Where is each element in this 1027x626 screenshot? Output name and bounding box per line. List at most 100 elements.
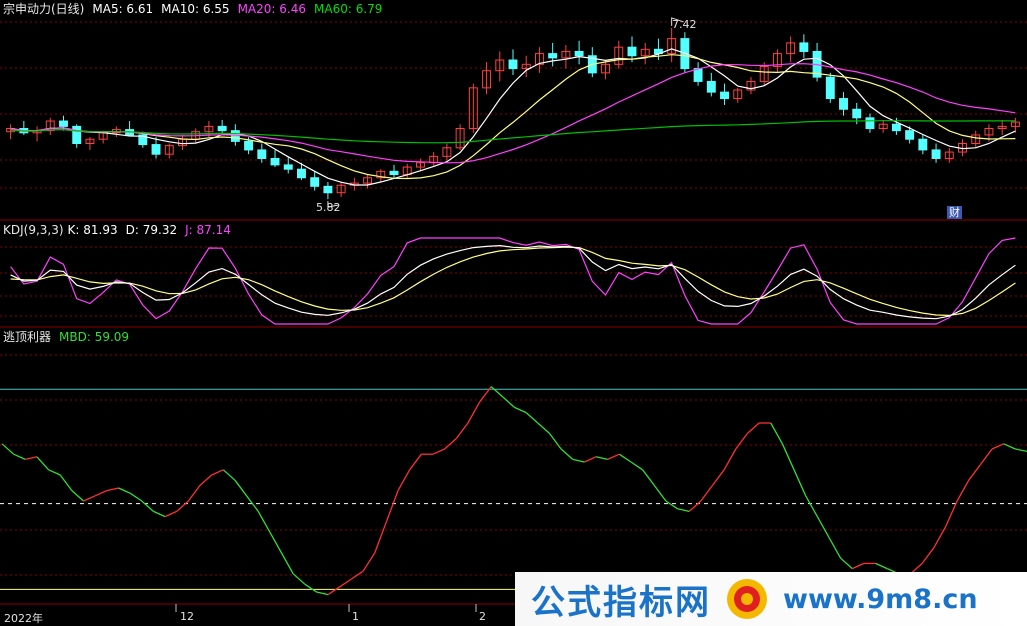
- mbd-segment: [222, 469, 236, 481]
- mbd-segment: [129, 492, 143, 502]
- x-label-1: 1: [352, 610, 359, 623]
- mbd-segment: [816, 516, 830, 538]
- mbd-segment: [607, 453, 620, 460]
- watermark-left-text: 公式指标网: [531, 582, 711, 623]
- candle-body: [799, 42, 809, 52]
- candle-body: [270, 157, 280, 166]
- mbd-segment: [234, 479, 248, 497]
- candle-body: [905, 130, 915, 140]
- mbd-segment: [432, 448, 445, 455]
- watermark-logo-icon: [725, 577, 769, 621]
- candle-body: [297, 168, 306, 179]
- x-label-12: 12: [180, 610, 194, 623]
- mbd-segment: [25, 456, 38, 461]
- candle-body: [283, 164, 293, 170]
- watermark-right-text: www.9m8.cn: [783, 583, 978, 615]
- mbd-segment: [991, 443, 1004, 450]
- mbd-segment: [316, 591, 329, 596]
- mbd-segment: [840, 557, 853, 570]
- candle-body: [720, 91, 729, 100]
- mbd-segment: [944, 500, 958, 528]
- mbd-segment: [280, 552, 294, 575]
- mbd-segment: [653, 485, 667, 502]
- ma60-label: MA60: 6.79: [314, 2, 383, 16]
- mbd-segment: [711, 469, 725, 486]
- candle-body: [508, 59, 518, 70]
- mbd-segment: [700, 485, 714, 502]
- low-marker-label: 5.82: [316, 201, 341, 214]
- mbd-segment: [956, 479, 970, 502]
- mbd-segment: [805, 495, 818, 517]
- mbd-segment: [269, 531, 283, 554]
- mbd-segment: [770, 422, 783, 445]
- x-label-year: 2022年: [4, 612, 43, 625]
- mbd-segment: [665, 500, 678, 510]
- candle-body: [230, 130, 240, 142]
- candle-body: [852, 108, 862, 119]
- candle-body: [244, 140, 254, 151]
- candle-body: [548, 53, 558, 59]
- mbd-segment: [875, 562, 888, 570]
- mbd-segment: [723, 448, 737, 471]
- mbd-segment: [793, 469, 807, 497]
- mbd-segment: [1003, 443, 1016, 450]
- mbd-segment: [397, 469, 411, 491]
- mbd-segment: [747, 422, 760, 434]
- mbd-segment: [584, 456, 597, 463]
- kdj-j-line: [10, 237, 1016, 325]
- mbd-segment: [537, 422, 550, 434]
- mbd-segment: [921, 547, 935, 564]
- kdj-k-line: [10, 244, 1016, 320]
- mbd-segment: [642, 469, 655, 486]
- mbd-segment: [828, 537, 842, 559]
- mbd-segment: [327, 586, 341, 596]
- mbd-segment: [187, 485, 201, 502]
- d-label: D: 79.32: [125, 223, 178, 237]
- ma10-label: MA10: 6.55: [161, 2, 230, 16]
- kdj-title: KDJ(9,3,3): [3, 223, 64, 237]
- mbd-segment: [444, 438, 457, 450]
- mbd-segment: [176, 500, 189, 512]
- mbd-segment: [48, 469, 61, 476]
- mbd-segment: [852, 562, 865, 570]
- mbd-segment: [968, 464, 981, 481]
- mbd-segment: [525, 412, 539, 424]
- mbd-segment: [490, 386, 504, 398]
- kdj-d-line: [10, 246, 1016, 317]
- mbd-segment: [71, 490, 84, 502]
- mbd-segment: [339, 578, 352, 588]
- mbd-segment: [979, 448, 993, 465]
- ma60-line: [10, 120, 1016, 144]
- candle-body: [257, 149, 267, 159]
- mbd-segment: [36, 456, 50, 471]
- candle-body: [323, 185, 333, 194]
- mbd-segment: [118, 487, 131, 494]
- mbd-segment: [630, 461, 643, 471]
- mbd-segment: [257, 511, 271, 533]
- candle-body: [310, 177, 320, 187]
- ma20-label: MA20: 6.46: [237, 2, 306, 16]
- high-marker-label: 7.42: [672, 18, 697, 31]
- mbd-segment: [595, 456, 608, 461]
- mbd-segment: [385, 490, 399, 523]
- candle-body: [627, 46, 637, 57]
- mbd-segment: [781, 443, 795, 471]
- mbd-segment: [59, 474, 73, 491]
- candle-body: [706, 80, 716, 93]
- x-label-2: 2: [479, 610, 486, 623]
- mbd-segment: [374, 521, 387, 554]
- mbd-segment: [572, 458, 585, 463]
- finance-badge[interactable]: 财: [947, 206, 962, 219]
- candle-body: [825, 76, 835, 100]
- mbd-segment: [618, 453, 632, 463]
- candle-body: [693, 68, 703, 82]
- mbd-segment: [141, 500, 154, 512]
- mbd-segment: [514, 406, 527, 414]
- mbd-label: MBD: 59.09: [59, 330, 130, 344]
- mbd-segment: [13, 453, 26, 460]
- mbd-segment: [548, 433, 562, 450]
- candle-body: [151, 144, 161, 155]
- mbd-segment: [153, 510, 166, 518]
- mbd-segment: [560, 448, 574, 460]
- mbd-segment: [735, 433, 748, 450]
